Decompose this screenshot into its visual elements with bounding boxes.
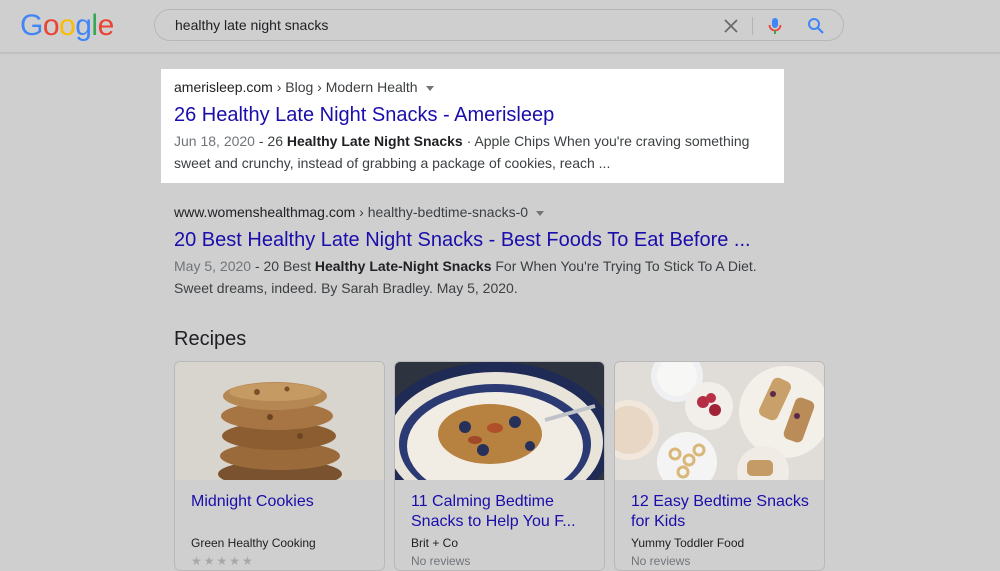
result-path: › Blog › Modern Health <box>272 79 418 95</box>
snippet-bold: Healthy Late-Night Snacks <box>314 258 492 274</box>
recipe-reviews: No reviews <box>631 554 691 568</box>
recipe-card[interactable]: 11 Calming Bedtime Snacks to Help You F.… <box>394 361 605 571</box>
logo-letter: e <box>97 9 115 42</box>
recipe-source: Green Healthy Cooking <box>191 536 316 550</box>
recipe-title[interactable]: 11 Calming Bedtime Snacks to Help You F.… <box>411 492 593 532</box>
result-breadcrumb[interactable]: www.womenshealthmag.com › healthy-bedtim… <box>174 203 784 221</box>
logo-letter: g <box>75 9 92 42</box>
logo-letter: G <box>20 9 43 42</box>
recipe-source: Yummy Toddler Food <box>631 536 745 550</box>
search-divider <box>752 17 753 35</box>
microphone-icon <box>768 18 782 34</box>
logo-letter: o <box>59 9 76 42</box>
result-snippet: Jun 18, 2020 - 26 Healthy Late Night Sna… <box>174 130 784 174</box>
result-title-link[interactable]: 20 Best Healthy Late Night Snacks - Best… <box>174 227 784 253</box>
top-bar: Google <box>0 0 1000 53</box>
recipe-image-cookies <box>175 362 384 480</box>
search-icon <box>808 18 824 34</box>
google-logo[interactable]: Google <box>20 8 114 44</box>
result-breadcrumb[interactable]: amerisleep.com › Blog › Modern Health <box>174 78 784 96</box>
recipe-image-granola-bowl <box>395 362 604 480</box>
close-icon <box>724 19 738 33</box>
rating-stars: ★★★★★ <box>191 554 255 568</box>
result-site: amerisleep.com <box>174 79 273 95</box>
recipe-title[interactable]: 12 Easy Bedtime Snacks for Kids <box>631 492 813 532</box>
recipes-heading: Recipes <box>174 328 247 350</box>
result-site: www.womenshealthmag.com <box>174 204 356 220</box>
result-path: › healthy-bedtime-snacks-0 <box>355 204 529 220</box>
search-result: amerisleep.com › Blog › Modern Health 26… <box>174 78 784 174</box>
result-date: May 5, 2020 <box>174 258 252 274</box>
recipe-reviews: No reviews <box>411 554 471 568</box>
snippet-text: - 20 Best <box>251 258 315 274</box>
result-title-link[interactable]: 26 Healthy Late Night Snacks - Amerislee… <box>174 102 784 128</box>
snippet-text: - 26 <box>254 133 287 149</box>
search-input[interactable] <box>175 10 695 40</box>
recipe-card[interactable]: Midnight Cookies Green Healthy Cooking ★… <box>174 361 385 571</box>
search-result: www.womenshealthmag.com › healthy-bedtim… <box>174 203 784 299</box>
recipe-card[interactable]: 12 Easy Bedtime Snacks for Kids Yummy To… <box>614 361 825 571</box>
recipe-source: Brit + Co <box>411 536 459 550</box>
result-date: Jun 18, 2020 <box>174 133 255 149</box>
clear-search-button[interactable] <box>720 15 742 37</box>
recipe-title[interactable]: Midnight Cookies <box>191 492 373 512</box>
chevron-down-icon[interactable] <box>536 210 545 216</box>
voice-search-button[interactable] <box>764 15 786 37</box>
search-box <box>154 9 844 41</box>
recipe-image-kid-snacks <box>615 362 824 480</box>
chevron-down-icon[interactable] <box>425 85 434 91</box>
search-button[interactable] <box>805 15 827 37</box>
logo-letter: o <box>42 9 60 42</box>
result-snippet: May 5, 2020 - 20 Best Healthy Late-Night… <box>174 255 784 299</box>
snippet-bold: Healthy Late Night Snacks <box>286 133 463 149</box>
